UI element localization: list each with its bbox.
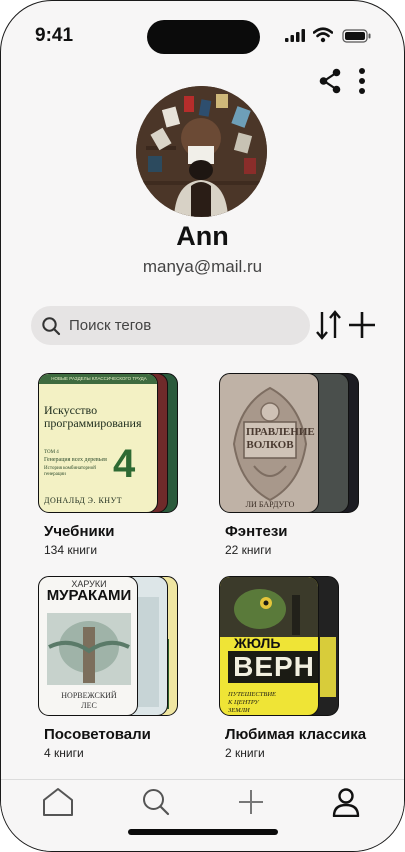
collection-count: 134 книги	[44, 543, 98, 557]
collection-count: 22 книги	[225, 543, 272, 557]
profile-email: manya@mail.ru	[142, 257, 263, 276]
share-icon[interactable]	[318, 68, 342, 94]
cover-title: НОРВЕЖСКИЙ ЛЕС	[61, 691, 117, 710]
collection-count: 2 книги	[225, 746, 265, 760]
book-cover-front: ХАРУКИ МУРАКАМИ НОРВЕЖСКИЙ ЛЕС	[38, 576, 138, 716]
collection-card-textbooks[interactable]: КОЕ НОВЫЕ РАЗДЕЛЫ КЛАССИЧЕСКОГО ТРУДА Ис…	[38, 373, 183, 563]
collection-title: Любимая классика	[225, 726, 367, 743]
status-bar: 9:41	[1, 1, 404, 61]
collection-card-classics[interactable]: ЖЮЛЬ ВЕРН ПУТЕШЕСТВИЕ К ЦЕНТРУ ЗЕМЛИ Люб…	[219, 576, 367, 766]
collection-card-recommended[interactable]: ХАРУКИ МУРАКАМИ НОРВЕЖСКИЙ ЛЕС Посоветов…	[38, 576, 183, 766]
collection-title: Посоветовали	[44, 726, 151, 743]
tag-search-bar[interactable]	[31, 306, 310, 345]
avatar[interactable]	[136, 86, 267, 217]
sort-icon[interactable]	[315, 309, 343, 341]
add-collection-icon[interactable]	[347, 310, 377, 340]
phone-frame: 9:41 Ann manya@mail.ru Поиск тегов НОВЫЕ…	[0, 0, 405, 852]
cover-title: ПУТЕШЕСТВИЕ К ЦЕНТРУ ЗЕМЛИ	[228, 691, 276, 714]
cover-volume: ТОМ 4	[44, 450, 59, 455]
search-icon	[42, 316, 61, 335]
cover-author-last: МУРАКАМИ	[46, 587, 132, 604]
cover-author: ЛИ БАРДУГО	[245, 500, 295, 509]
book-stack: ЖЮЛЬ ВЕРН ПУТЕШЕСТВИЕ К ЦЕНТРУ ЗЕМЛИ	[219, 576, 359, 716]
book-stack: КОЕ НОВЫЕ РАЗДЕЛЫ КЛАССИЧЕСКОГО ТРУДА Ис…	[38, 373, 178, 513]
signal-icon	[285, 29, 305, 42]
cover-header: НОВЫЕ РАЗДЕЛЫ КЛАССИЧЕСКОГО ТРУДА	[39, 374, 157, 384]
cover-author-last: ВЕРН	[228, 651, 318, 683]
book-cover-front: НОВЫЕ РАЗДЕЛЫ КЛАССИЧЕСКОГО ТРУДА Искусс…	[38, 373, 158, 513]
book-cover-front: ПРАВЛЕНИЕ ВОЛКОВ ЛИ БАРДУГО	[219, 373, 319, 513]
wifi-icon	[313, 27, 333, 43]
collection-title: Учебники	[44, 523, 115, 540]
book-cover-front: ЖЮЛЬ ВЕРН ПУТЕШЕСТВИЕ К ЦЕНТРУ ЗЕМЛИ	[219, 576, 319, 716]
dynamic-island	[147, 20, 260, 54]
nav-add[interactable]	[233, 784, 269, 820]
profile-icon	[332, 788, 360, 817]
collection-card-fantasy[interactable]: ПРАВЛЕНИЕ ВОЛКОВ ЛИ БАРДУГО Фэнтези 22 к…	[219, 373, 364, 563]
collection-count: 4 книги	[44, 746, 84, 760]
book-stack: ХАРУКИ МУРАКАМИ НОРВЕЖСКИЙ ЛЕС	[38, 576, 178, 716]
top-actions	[318, 67, 366, 95]
tag-search-input[interactable]	[67, 316, 281, 335]
nav-profile[interactable]	[328, 784, 364, 820]
status-time: 9:41	[35, 25, 74, 46]
nav-search[interactable]	[138, 784, 174, 820]
avatar-photo	[136, 86, 267, 217]
search-icon	[143, 789, 170, 816]
cover-title: Искусство программирования	[44, 403, 142, 430]
battery-icon	[342, 29, 371, 43]
home-icon	[43, 788, 73, 816]
cover-subtitle-1: Генерация всех деревьев	[44, 457, 107, 463]
collection-title: Фэнтези	[225, 523, 288, 540]
plus-icon	[239, 790, 263, 814]
nav-home[interactable]	[40, 784, 76, 820]
cover-title: ПРАВЛЕНИЕ ВОЛКОВ	[246, 426, 315, 451]
more-vertical-icon[interactable]	[358, 67, 366, 95]
profile-name: Ann	[176, 221, 229, 251]
cover-subtitle-2: История комбинаторной генерации	[44, 466, 96, 477]
home-indicator[interactable]	[128, 829, 278, 835]
bottom-navigation	[1, 779, 404, 851]
book-stack: ПРАВЛЕНИЕ ВОЛКОВ ЛИ БАРДУГО	[219, 373, 359, 513]
cover-author-first: ЖЮЛЬ	[234, 635, 281, 651]
cover-author: ДОНАЛЬД Э. КНУТ	[44, 496, 123, 505]
cover-number: 4	[113, 442, 136, 486]
